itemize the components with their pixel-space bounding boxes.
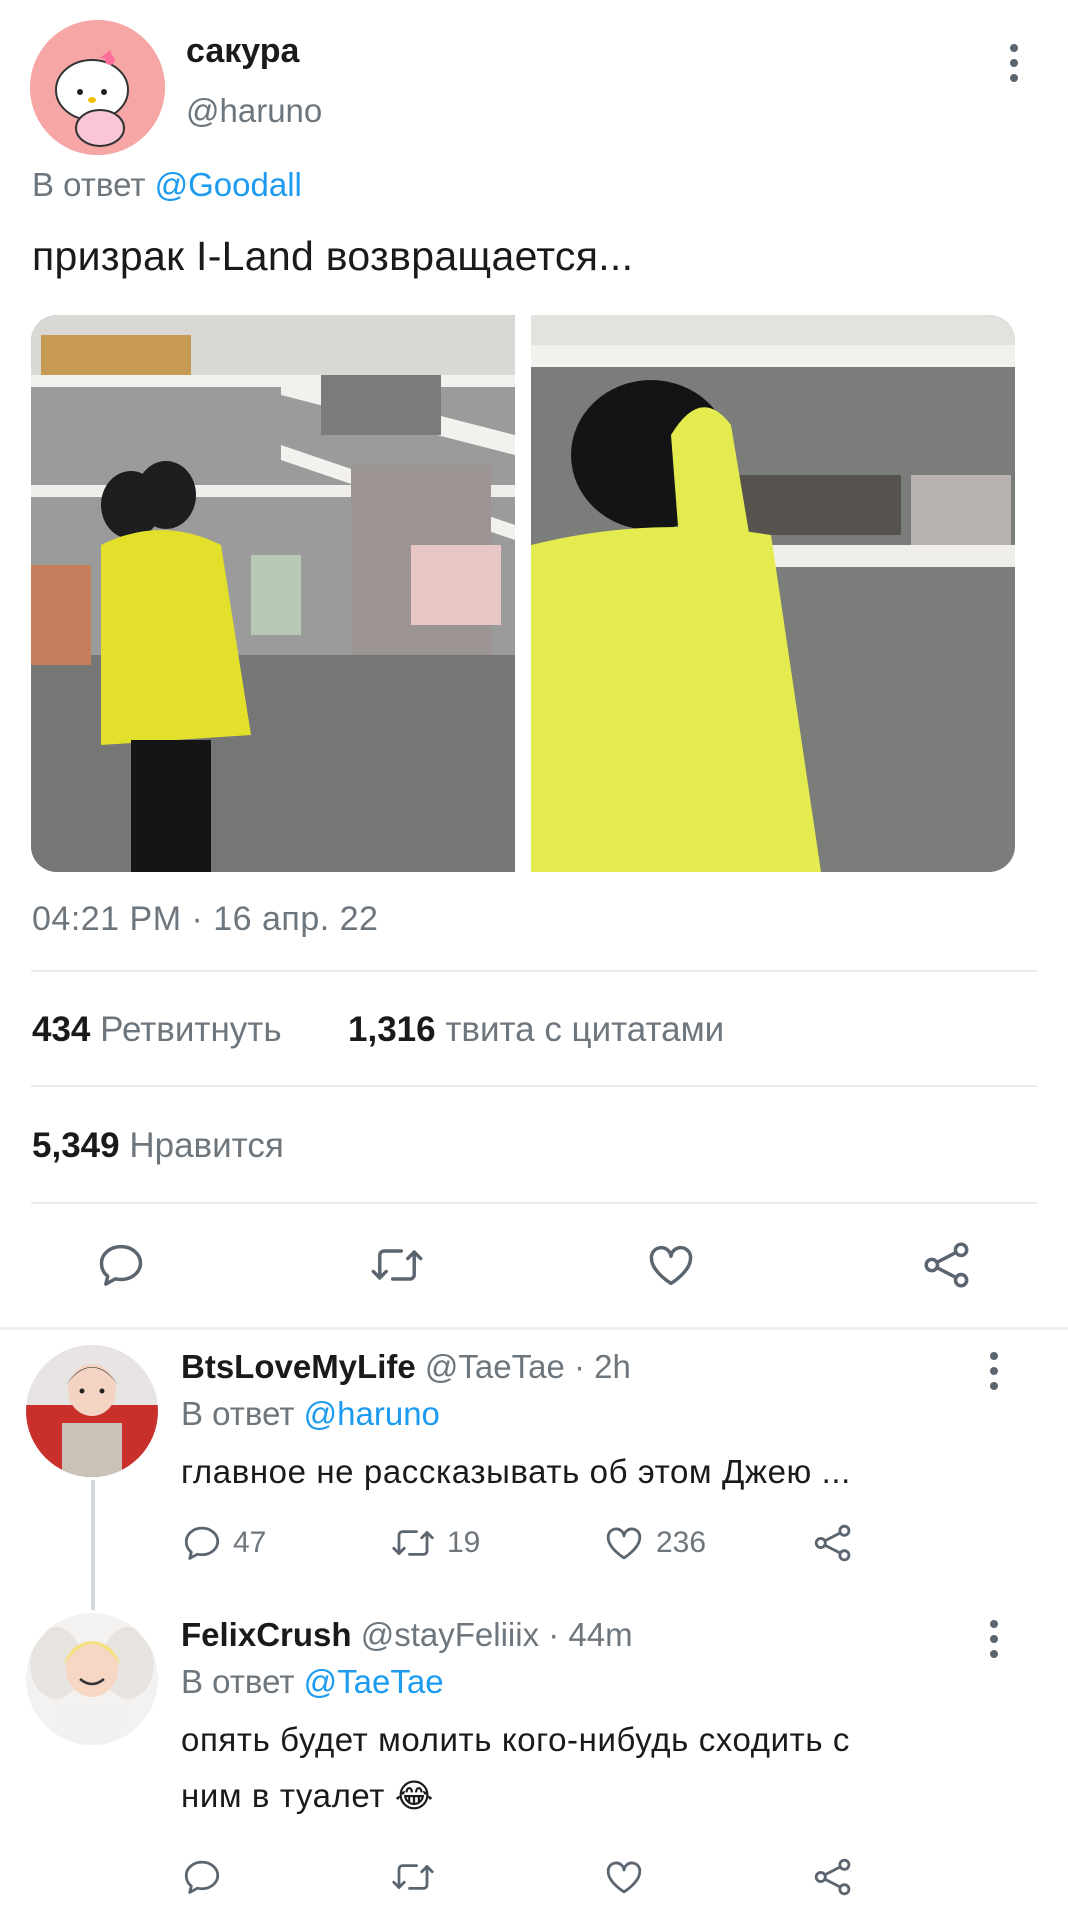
like-icon [606, 1527, 642, 1560]
tweet-media[interactable] [31, 315, 1015, 872]
more-options-icon[interactable] [990, 1352, 998, 1390]
more-options-icon[interactable] [1000, 44, 1028, 84]
laughing-emoji-icon: 😂 [394, 1777, 434, 1814]
reply-header: BtsLoveMyLife @TaeTae · 2h [181, 1348, 631, 1386]
reply-action-retweet[interactable] [389, 1856, 437, 1898]
quote-label: твита с цитатами [445, 1010, 725, 1049]
reply-prefix: В ответ [181, 1395, 295, 1432]
reply-icon [184, 1860, 220, 1894]
reply-action-reply[interactable]: 47 [181, 1522, 266, 1564]
reply-display-name[interactable]: FelixCrush [181, 1616, 352, 1653]
share-icon [814, 1858, 851, 1896]
reply-context: В ответ @Goodall [32, 166, 302, 204]
reply-icon[interactable] [91, 1235, 151, 1295]
like-count: 5,349 [32, 1126, 120, 1165]
like-stat[interactable]: 5,349 Нравится [32, 1126, 284, 1166]
retweet-icon[interactable] [367, 1235, 427, 1295]
retweet-stat[interactable]: 434 Ретвитнуть [32, 1010, 282, 1050]
reply-to-link[interactable]: @haruno [304, 1395, 440, 1432]
retweet-icon [392, 1864, 434, 1890]
share-icon [814, 1524, 851, 1562]
handle[interactable]: @haruno [186, 92, 322, 130]
quote-count: 1,316 [348, 1010, 436, 1049]
reply-time[interactable]: · 44m [548, 1616, 632, 1653]
reply-context: В ответ @haruno [181, 1395, 440, 1433]
reply-action-share[interactable] [812, 1856, 854, 1898]
media-photo-2[interactable] [531, 315, 1015, 872]
share-icon[interactable] [917, 1235, 977, 1295]
like-icon [606, 1861, 642, 1894]
reply-header: FelixCrush @stayFeliiix · 44m [181, 1616, 633, 1654]
quote-stat[interactable]: 1,316 твита с цитатами [348, 1010, 724, 1050]
avatar[interactable] [26, 1613, 158, 1745]
avatar[interactable] [26, 1345, 158, 1477]
reply-handle[interactable]: @TaeTae [425, 1348, 565, 1385]
like-label: Нравится [129, 1126, 284, 1165]
reply-action-retweet[interactable]: 19 [389, 1522, 480, 1564]
reply-action-reply[interactable] [181, 1856, 223, 1898]
tweet-text: призрак I-Land возвращается... [32, 233, 634, 279]
section-divider [0, 1327, 1068, 1330]
avatar[interactable] [30, 20, 165, 155]
reply-text-part: ним в туалет [181, 1777, 386, 1814]
divider [31, 1085, 1037, 1087]
reply-to-link[interactable]: @Goodall [155, 166, 302, 203]
reply-handle[interactable]: @stayFeliiix [361, 1616, 539, 1653]
like-icon[interactable] [641, 1235, 701, 1295]
retweet-icon [392, 1530, 434, 1556]
reply-context: В ответ @TaeTae [181, 1663, 444, 1701]
reply-text-line: ним в туалет 😂 [181, 1768, 850, 1824]
reply-prefix: В ответ [32, 166, 146, 203]
retweet-count: 19 [447, 1526, 481, 1559]
display-name[interactable]: сакура [186, 32, 299, 71]
more-options-icon[interactable] [990, 1620, 998, 1658]
reply-action-share[interactable] [812, 1522, 854, 1564]
retweet-count: 434 [32, 1010, 91, 1049]
reply-action-like[interactable]: 236 [602, 1522, 706, 1564]
divider [31, 1202, 1037, 1204]
reply-text: главное не рассказывать об этом Джею ... [181, 1453, 851, 1490]
like-count: 236 [656, 1526, 707, 1559]
reply-text-line: опять будет молить кого-нибудь сходить с [181, 1721, 851, 1758]
reply-prefix: В ответ [181, 1663, 295, 1700]
reply-to-link[interactable]: @TaeTae [304, 1663, 444, 1700]
divider [31, 970, 1037, 972]
reply-time[interactable]: · 2h [574, 1348, 631, 1385]
reply-count: 47 [233, 1526, 267, 1559]
reply-icon [184, 1526, 220, 1560]
reply-display-name[interactable]: BtsLoveMyLife [181, 1348, 416, 1385]
reply-action-like[interactable] [602, 1856, 646, 1898]
retweet-label: Ретвитнуть [100, 1010, 282, 1049]
media-photo-1[interactable] [31, 315, 515, 872]
tweet-timestamp[interactable]: 04:21 PM · 16 апр. 22 [32, 900, 378, 939]
thread-line [91, 1480, 95, 1610]
reply-text: опять будет молить кого-нибудь сходить с… [181, 1712, 850, 1824]
